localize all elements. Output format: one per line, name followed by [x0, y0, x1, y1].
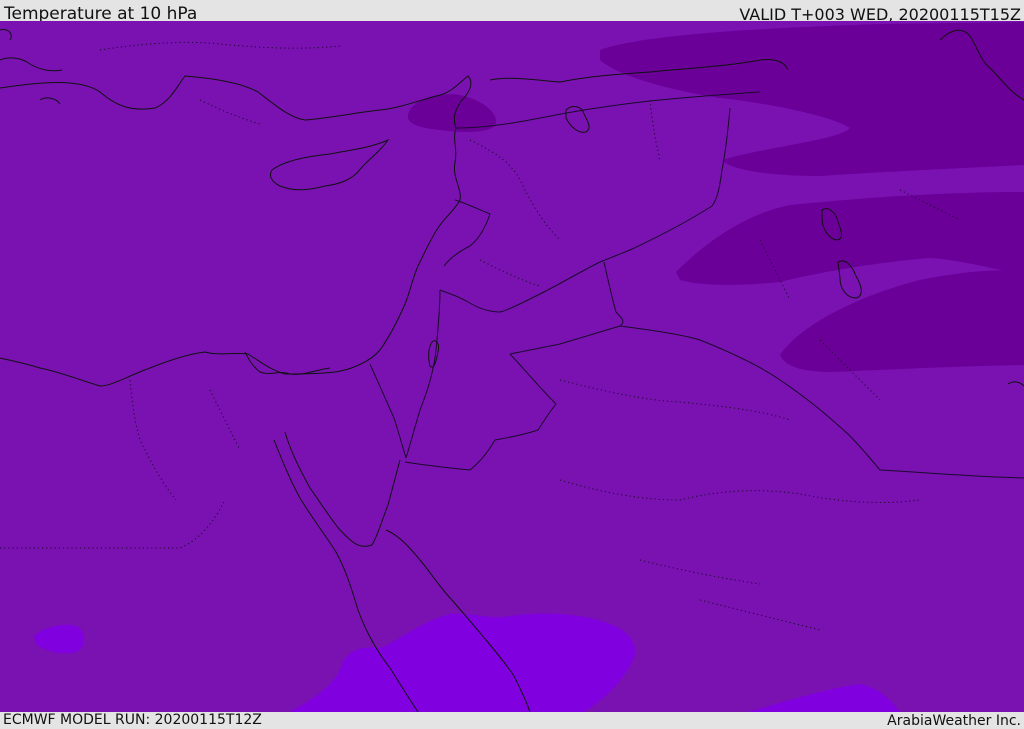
model-run-label: ECMWF MODEL RUN: 20200115T12Z	[3, 712, 262, 728]
map-svg	[0, 21, 1024, 712]
footer-bar: ECMWF MODEL RUN: 20200115T12Z ArabiaWeat…	[0, 712, 1024, 729]
header-bar: Temperature at 10 hPa VALID T+003 WED, 2…	[0, 0, 1024, 24]
brand-label: ArabiaWeather Inc.	[887, 713, 1021, 729]
map-viewer: Temperature at 10 hPa VALID T+003 WED, 2…	[0, 0, 1024, 729]
temperature-map[interactable]	[0, 21, 1024, 712]
